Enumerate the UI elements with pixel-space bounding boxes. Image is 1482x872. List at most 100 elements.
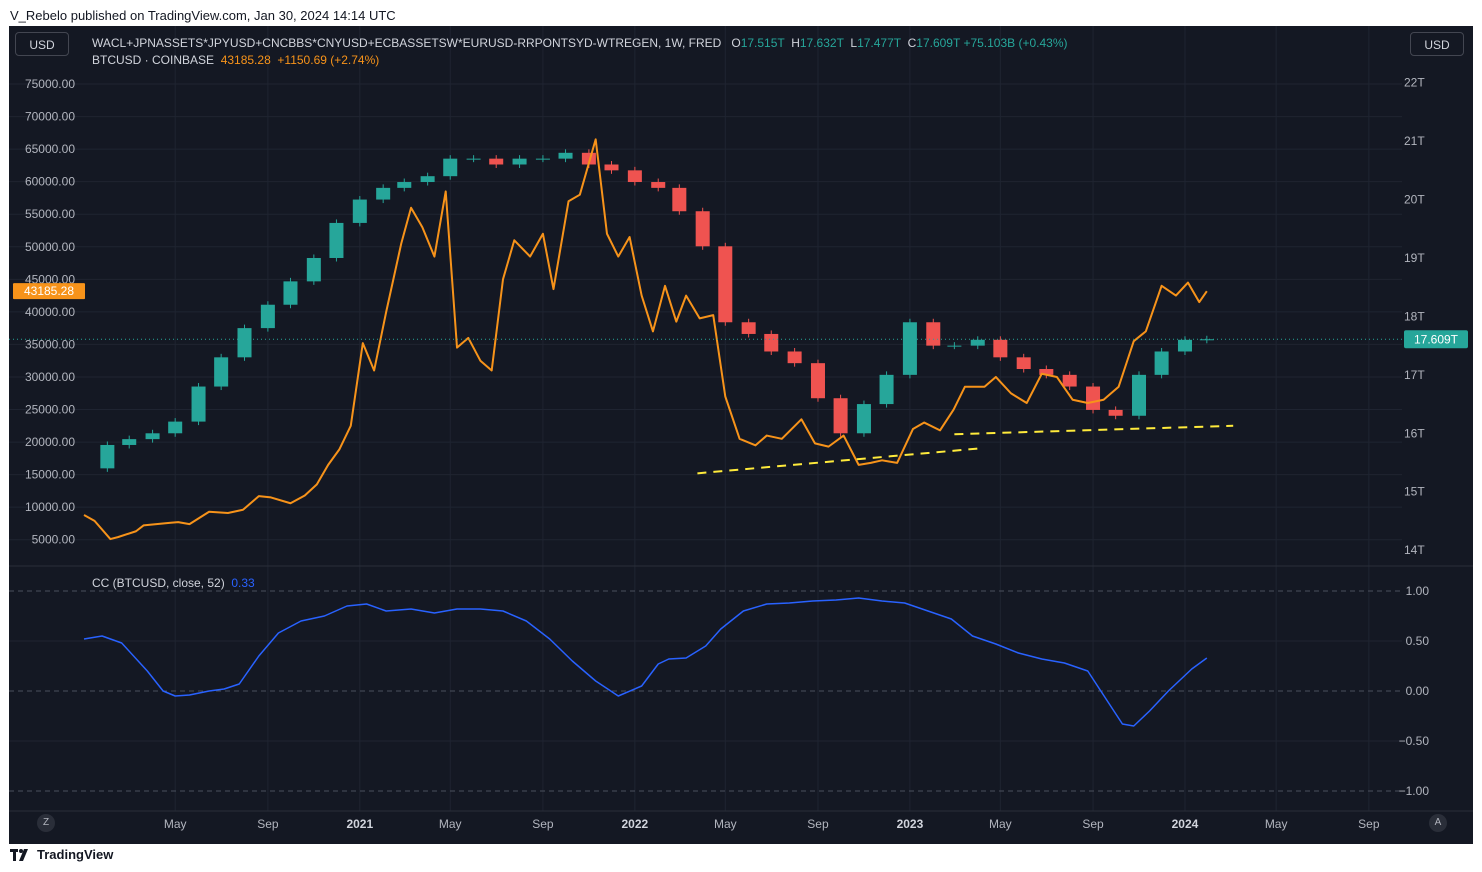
candle-body [420, 176, 435, 183]
zoom-z-button[interactable]: Z [37, 814, 55, 832]
legend-close: C17.609T [907, 36, 961, 50]
left-axis-label: 60000.00 [25, 175, 75, 189]
candle-body [512, 158, 527, 165]
x-axis-label: May [714, 817, 737, 831]
legend-cc-value: 0.33 [231, 576, 255, 590]
candle-body [329, 222, 344, 258]
candle-body [237, 328, 252, 358]
currency-button-right[interactable]: USD [1410, 32, 1464, 56]
candle-body [466, 158, 481, 160]
currency-button-left[interactable]: USD [15, 32, 69, 56]
candle-body [535, 158, 550, 160]
right-axis-label: 18T [1404, 309, 1425, 323]
x-axis-label: 2022 [622, 817, 649, 831]
candle-body [1016, 357, 1031, 370]
right-axis-label: 16T [1404, 426, 1425, 440]
candle-body [191, 386, 206, 422]
candle-body [970, 339, 985, 346]
cc-axis-label: 0.50 [1406, 634, 1430, 648]
x-axis-label: May [989, 817, 1012, 831]
candle-body [993, 339, 1008, 358]
candle-body [122, 439, 137, 445]
x-axis-label: Sep [532, 817, 554, 831]
left-axis-label: 30000.00 [25, 370, 75, 384]
support-1-line [697, 447, 978, 475]
right-axis-label: 19T [1404, 251, 1425, 265]
candle-body [145, 433, 160, 440]
x-axis-label: Sep [1358, 817, 1380, 831]
candle-body [376, 187, 391, 200]
right-axis-label: 15T [1404, 485, 1425, 499]
candle-body [856, 404, 871, 434]
candle-body [558, 152, 573, 159]
btc-price-badge-label: 43185.28 [24, 284, 74, 298]
candle-body [168, 421, 183, 434]
candle-body [902, 322, 917, 375]
cc-axis-label: −0.50 [1399, 734, 1430, 748]
candle-body [1108, 409, 1123, 416]
right-axis-label: 22T [1404, 76, 1425, 90]
cc-axis-label: 0.00 [1406, 684, 1430, 698]
x-axis-label: Sep [807, 817, 829, 831]
candle-body [741, 322, 756, 334]
left-axis-label: 35000.00 [25, 337, 75, 351]
candle-body [397, 182, 412, 188]
auto-scale-button[interactable]: A [1429, 814, 1447, 832]
candle-body [718, 246, 733, 323]
legend-btc-change: +1150.69 (+2.74%) [277, 53, 380, 67]
candle-body [1177, 339, 1192, 352]
right-axis-label: 14T [1404, 543, 1425, 557]
candle-body [879, 374, 894, 405]
chart-panel[interactable]: 5000.00 10000.00 15000.00 20000.00 25000.00 3… [9, 26, 1473, 844]
candle-body [100, 444, 115, 469]
left-axis-label: 65000.00 [25, 142, 75, 156]
left-axis-label: 15000.00 [25, 468, 75, 482]
right-axis-label: 21T [1404, 134, 1425, 148]
left-axis-label: 70000.00 [25, 110, 75, 124]
candle-body [1086, 386, 1101, 410]
left-axis-label: 75000.00 [25, 77, 75, 91]
candle-body [947, 345, 962, 347]
x-axis-label: 2023 [897, 817, 924, 831]
publisher-line: V_Rebelo published on TradingView.com, J… [10, 8, 396, 23]
candle-body [1131, 374, 1147, 416]
x-axis-label: May [439, 817, 462, 831]
candle-body [651, 182, 666, 188]
candle-body [627, 170, 642, 183]
legend-cc-name: CC (BTCUSD, close, 52) [92, 576, 225, 590]
legend-main-series[interactable]: WACL+JPNASSETS*JPYUSD+CNCBBS*CNYUSD+ECBA… [92, 36, 1068, 50]
legend-low: L17.477T [850, 36, 901, 50]
tradingview-logo-icon [10, 848, 28, 861]
legend-btc-value: 43185.28 [220, 53, 271, 67]
candle-body [787, 351, 802, 364]
last-value-badge-label: 17.609T [1414, 332, 1459, 346]
x-axis-label: May [164, 817, 187, 831]
chart-svg[interactable]: 5000.00 10000.00 15000.00 20000.00 25000.00 3… [9, 26, 1473, 844]
legend-high: H17.632T [791, 36, 844, 50]
candle-body [214, 357, 229, 387]
cc-axis-label: −1.00 [1399, 784, 1430, 798]
left-axis-label: 10000.00 [25, 500, 75, 514]
left-axis-label: 55000.00 [25, 207, 75, 221]
tradingview-brand[interactable]: TradingView [10, 847, 113, 862]
left-axis-label: 25000.00 [25, 403, 75, 417]
support-2-line [954, 424, 1234, 436]
x-axis-label: Sep [257, 817, 279, 831]
candle-body [1154, 351, 1169, 375]
cc-indicator-line [83, 597, 1208, 727]
x-axis-label: 2021 [346, 817, 373, 831]
candle-body [604, 164, 619, 171]
candle-body [1062, 374, 1077, 387]
legend-cc-indicator[interactable]: CC (BTCUSD, close, 52) 0.33 [92, 576, 255, 590]
right-axis-label: 17T [1404, 368, 1425, 382]
candle-body [443, 158, 458, 177]
legend-btc-name: BTCUSD · COINBASE [92, 53, 215, 67]
candle-body [260, 304, 275, 329]
right-axis-label: 20T [1404, 193, 1425, 207]
candle-body [764, 333, 779, 352]
legend-change: +75.103B (+0.43%) [963, 36, 1068, 50]
brand-label: TradingView [37, 847, 114, 862]
legend-btc-series[interactable]: BTCUSD · COINBASE 43185.28 +1150.69 (+2.… [92, 53, 379, 67]
candle-body [352, 199, 367, 223]
left-axis-label: 5000.00 [32, 533, 76, 547]
